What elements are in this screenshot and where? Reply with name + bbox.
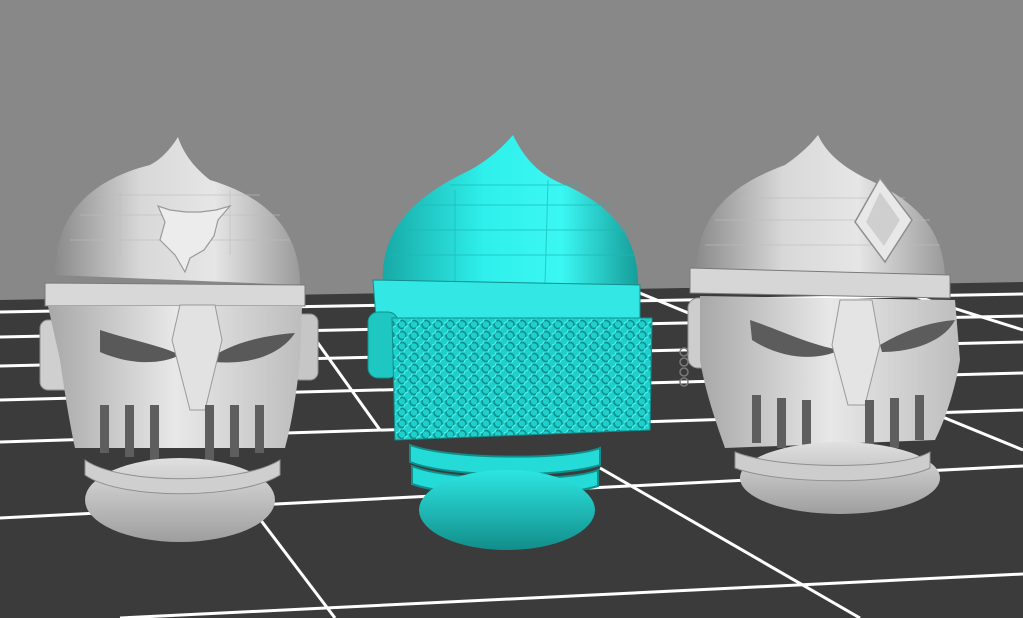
scene-canvas[interactable] [0,0,1023,618]
helmet-brow-band [44,282,306,307]
chainmail-aventail [391,317,653,441]
helmet-dome [382,135,639,290]
helmet-dome [696,135,945,280]
helmet-neck-ball [419,470,595,550]
3d-viewport[interactable] [0,0,1023,618]
helmet-neck-ball [85,458,275,542]
helmet-brow-band [372,279,641,321]
